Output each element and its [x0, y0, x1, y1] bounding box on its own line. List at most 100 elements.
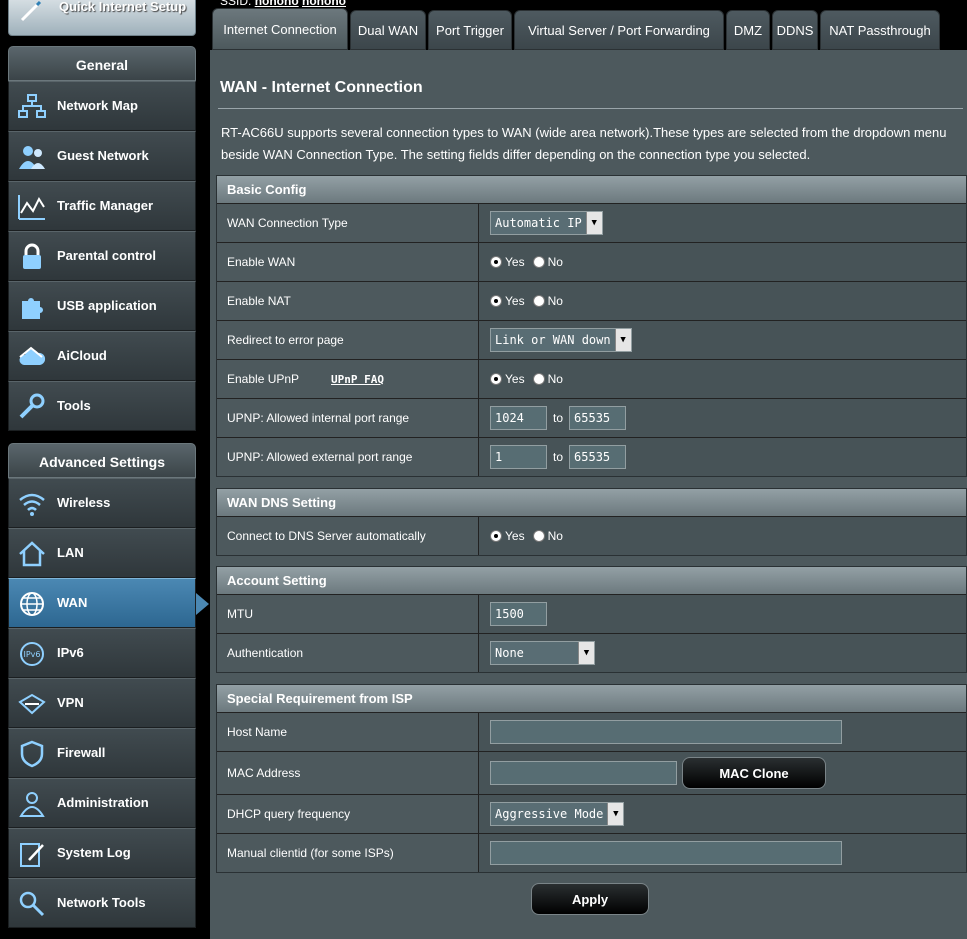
internal-port-to-input[interactable]: 65535 [569, 406, 627, 430]
qis-label: Quick Internet Setup [59, 0, 187, 14]
menu-item-firewall[interactable]: Firewall [8, 728, 196, 778]
tab-dual-wan[interactable]: Dual WAN [350, 10, 426, 50]
menu-item-guest-network[interactable]: Guest Network [8, 131, 196, 181]
ssid-5g[interactable]: honoho [302, 0, 346, 8]
page-description: RT-AC66U supports several connection typ… [221, 125, 947, 162]
select-value: Aggressive Mode [495, 807, 604, 821]
network-tools-icon [19, 891, 45, 917]
enable-nat-no[interactable]: No [532, 294, 563, 308]
upnp-faq-link[interactable]: UPnP FAQ [331, 373, 384, 386]
row-value [479, 713, 966, 751]
to-label: to [553, 450, 564, 464]
ssid-2g[interactable]: honoho [255, 0, 299, 8]
menu-item-label: IPv6 [57, 645, 84, 660]
to-label: to [553, 411, 564, 425]
enable-wan-no[interactable]: No [532, 255, 563, 269]
wan-type-row: WAN Connection Type Automatic IP ▼ [217, 203, 966, 242]
upnp-yes[interactable]: Yes [490, 372, 525, 386]
row-value: 1 to 65535 [479, 438, 966, 476]
tab-bar: SSID: honoho honoho Internet Connection … [210, 0, 967, 50]
row-label: Redirect to error page [217, 321, 479, 359]
tab-internet-connection[interactable]: Internet Connection [212, 8, 348, 50]
menu-item-vpn[interactable]: VPN [8, 678, 196, 728]
chevron-down-icon: ▼ [614, 329, 631, 351]
menu-item-wan[interactable]: WAN [8, 578, 209, 628]
menu-item-traffic-manager[interactable]: Traffic Manager [8, 181, 196, 231]
mtu-input[interactable]: 1500 [490, 602, 547, 626]
enable-nat-row: Enable NAT Yes No [217, 281, 966, 320]
menu-item-ipv6[interactable]: IPv6 IPv6 [8, 628, 196, 678]
row-label: MTU [217, 595, 479, 633]
clientid-input[interactable] [490, 841, 842, 865]
traffic-manager-icon [18, 195, 45, 220]
host-name-input[interactable] [490, 720, 842, 744]
wan-type-select[interactable]: Automatic IP ▼ [490, 211, 603, 235]
radio-unchecked-icon [532, 373, 545, 385]
row-label: DHCP query frequency [217, 795, 479, 833]
chevron-down-icon: ▼ [585, 212, 602, 234]
apply-button[interactable]: Apply [531, 883, 649, 915]
radio-checked-icon [490, 295, 502, 307]
tab-nat-passthrough[interactable]: NAT Passthrough [820, 10, 940, 50]
dns-auto-no[interactable]: No [532, 529, 563, 543]
quick-internet-setup-button[interactable]: Quick Internet Setup [8, 0, 196, 36]
redirect-row: Redirect to error page Link or WAN down ▼ [217, 320, 966, 359]
mac-clone-button[interactable]: MAC Clone [682, 757, 826, 789]
wifi-icon [19, 493, 45, 516]
menu-item-label: Tools [57, 398, 91, 413]
row-label: Host Name [217, 713, 479, 751]
radio-label: Yes [505, 255, 525, 269]
sidebar: Quick Internet Setup General Network Map… [0, 0, 209, 939]
tab-virtual-server[interactable]: Virtual Server / Port Forwarding [514, 10, 724, 50]
menu-item-usb-application[interactable]: USB application [8, 281, 196, 331]
menu-item-system-log[interactable]: System Log [8, 828, 196, 878]
mac-address-input[interactable] [490, 761, 677, 785]
mtu-row: MTU 1500 [217, 594, 966, 633]
menu-item-administration[interactable]: Administration [8, 778, 196, 828]
mac-address-row: MAC Address MAC Clone [217, 751, 966, 794]
tab-ddns[interactable]: DDNS [772, 10, 818, 50]
cloud-icon [19, 346, 46, 365]
ipv6-icon: IPv6 [20, 642, 44, 666]
menu-item-lan[interactable]: LAN [8, 528, 196, 578]
menu-item-parental-control[interactable]: Parental control [8, 231, 196, 281]
menu-item-label: System Log [57, 845, 131, 860]
row-label: Connect to DNS Server automatically [217, 517, 479, 555]
ssid-label: SSID: [220, 0, 252, 8]
authentication-select[interactable]: None ▼ [490, 641, 595, 665]
menu-item-aicloud[interactable]: AiCloud [8, 331, 196, 381]
row-label: Manual clientid (for some ISPs) [217, 834, 479, 872]
title-divider [218, 108, 963, 109]
menu-item-tools[interactable]: Tools [8, 381, 196, 431]
radio-checked-icon [490, 530, 502, 542]
external-port-to-input[interactable]: 65535 [569, 445, 627, 469]
menu-item-label: Administration [57, 795, 149, 810]
globe-icon [20, 592, 44, 616]
advanced-menu: Advanced Settings Wireless LAN WAN IPv6 … [8, 443, 209, 928]
row-value: Automatic IP ▼ [479, 204, 966, 242]
menu-item-network-map[interactable]: Network Map [8, 81, 196, 131]
menu-item-wireless[interactable]: Wireless [8, 478, 196, 528]
row-label: Enable NAT [217, 282, 479, 320]
dhcp-frequency-select[interactable]: Aggressive Mode ▼ [490, 802, 625, 826]
menu-item-label: AiCloud [57, 348, 107, 363]
radio-label: Yes [505, 372, 525, 386]
menu-item-network-tools[interactable]: Network Tools [8, 878, 196, 928]
section-heading: Special Requirement from ISP [217, 685, 966, 712]
tab-port-trigger[interactable]: Port Trigger [428, 10, 512, 50]
upnp-no[interactable]: No [532, 372, 563, 386]
menu-item-label: LAN [57, 545, 84, 560]
tab-dmz[interactable]: DMZ [726, 10, 770, 50]
authentication-row: Authentication None ▼ [217, 633, 966, 672]
enable-nat-yes[interactable]: Yes [490, 294, 525, 308]
row-label: UPNP: Allowed internal port range [217, 399, 479, 437]
row-value: Yes No [479, 282, 966, 320]
redirect-select[interactable]: Link or WAN down ▼ [490, 328, 632, 352]
external-port-from-input[interactable]: 1 [490, 445, 547, 469]
log-icon [20, 843, 44, 867]
dns-auto-yes[interactable]: Yes [490, 529, 525, 543]
isp-requirement-section: Special Requirement from ISP Host Name M… [216, 684, 967, 873]
wrench-icon [19, 393, 45, 419]
enable-wan-yes[interactable]: Yes [490, 255, 525, 269]
internal-port-from-input[interactable]: 1024 [490, 406, 547, 430]
